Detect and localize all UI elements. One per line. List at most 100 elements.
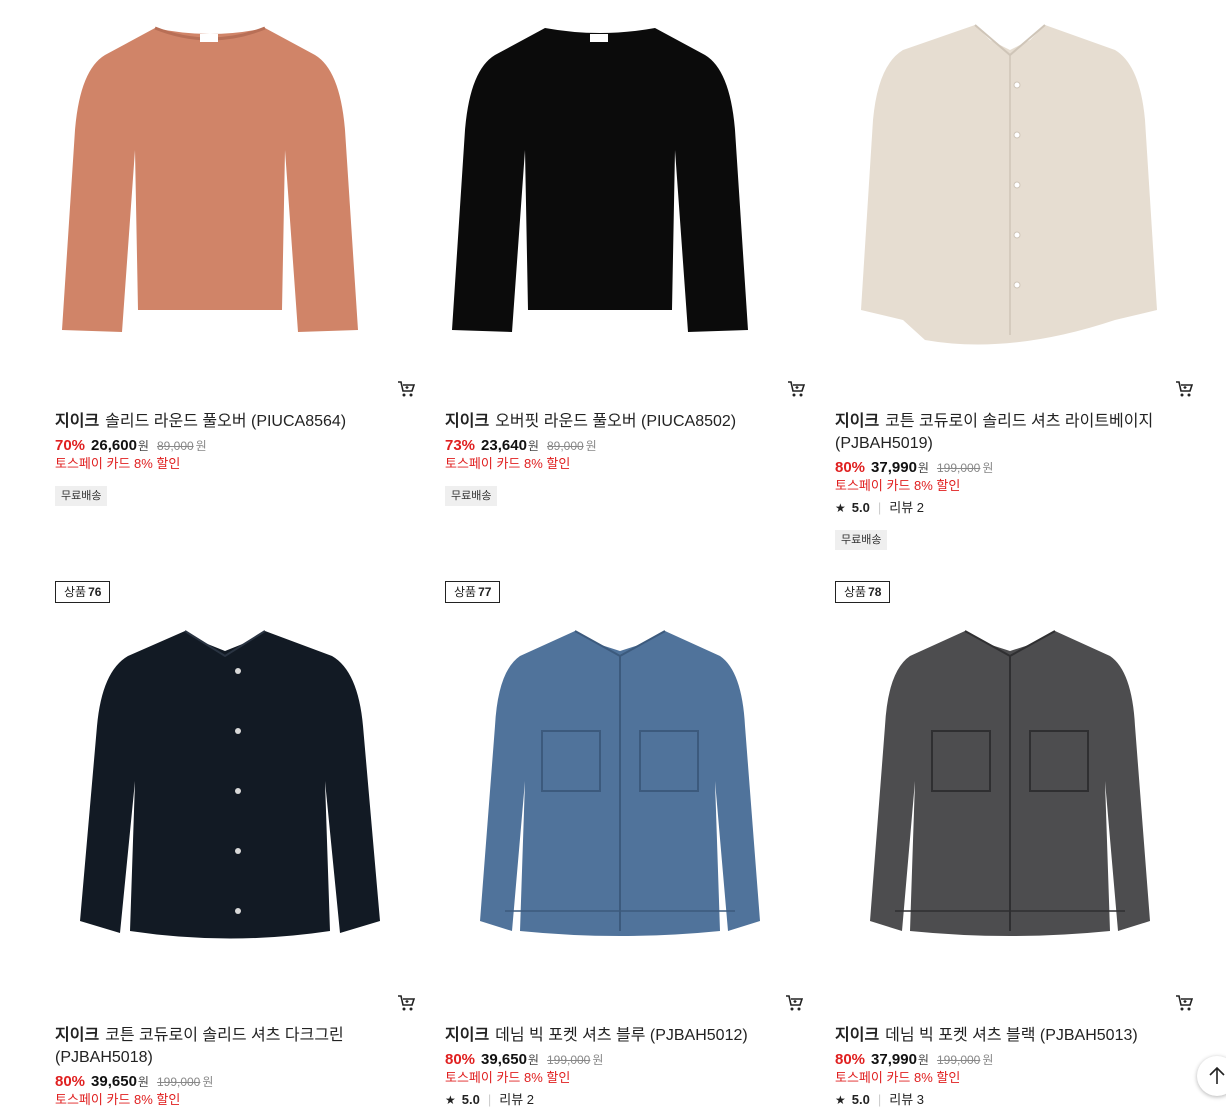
currency: 원 [982, 1053, 994, 1067]
garment-shape [80, 631, 380, 939]
free-shipping-badge: 무료배송 [55, 486, 108, 506]
product-title[interactable]: 지이크 오버핏 라운드 풀오버 (PIUCA8502) [445, 411, 775, 433]
garment-shape [861, 25, 1157, 345]
currency: 원 [137, 439, 149, 453]
promo-text: 토스페이 카드 8% 할인 [445, 456, 571, 471]
cart-icon[interactable] [787, 380, 806, 398]
discount-rate: 80% [55, 1073, 86, 1090]
sale-price: 39,650 [481, 1051, 527, 1068]
product-grid: 지이크 솔리드 라운드 풀오버 (PIUCA8564) 70% 26,600원 89,… [0, 0, 1226, 1109]
review-label: 리뷰 [889, 1092, 914, 1107]
rank-tag: 상품 78 [835, 581, 891, 603]
product-name: 코튼 코듀로이 솔리드 셔츠 라이트베이지 (PJBAH5019) [835, 413, 1154, 452]
rating-score: 5.0 [461, 1092, 480, 1107]
currency: 원 [585, 439, 597, 453]
brand-name: 지이크 [55, 413, 100, 430]
product-name: 오버핏 라운드 풀오버 (PIUCA8502) [495, 413, 737, 430]
cart-icon[interactable] [1175, 994, 1194, 1012]
price-line: 70% 26,600원 89,000 원 [55, 436, 207, 456]
product-image[interactable] [35, 0, 385, 360]
sale-price: 26,600 [91, 437, 137, 454]
star-icon: ★ [445, 1093, 456, 1107]
original-price: 199,000 [936, 461, 981, 475]
price-line: 80% 37,990원 199,000 원 [835, 458, 993, 478]
review-count: 2 [916, 500, 925, 515]
rank-number: 76 [88, 585, 102, 599]
original-price: 199,000 [546, 1053, 591, 1067]
currency: 원 [592, 1053, 604, 1067]
discount-rate: 70% [55, 437, 86, 454]
promo-text: 토스페이 카드 8% 할인 [445, 1070, 571, 1085]
brand-name: 지이크 [55, 1027, 100, 1044]
free-shipping-badge: 무료배송 [445, 486, 498, 506]
product-title[interactable]: 지이크 코튼 코듀로이 솔리드 셔츠 라이트베이지 (PJBAH5019) [835, 411, 1165, 455]
star-icon: ★ [835, 1093, 846, 1107]
product-title[interactable]: 지이크 코튼 코듀로이 솔리드 셔츠 다크그린 (PJBAH5018) [55, 1025, 385, 1069]
cart-icon[interactable] [397, 994, 416, 1012]
rank-label: 상품 [454, 585, 477, 599]
cart-icon[interactable] [1175, 380, 1194, 398]
product-title[interactable]: 지이크 데님 빅 포켓 셔츠 블랙 (PJBAH5013) [835, 1025, 1165, 1047]
brand-name: 지이크 [445, 1027, 490, 1044]
brand-name: 지이크 [835, 413, 880, 430]
garment-shape [62, 28, 358, 332]
promo-text: 토스페이 카드 8% 할인 [55, 1092, 181, 1107]
arrow-up-icon [1209, 1066, 1225, 1084]
rank-tag: 상품 77 [445, 581, 501, 603]
currency: 원 [137, 1075, 149, 1089]
product-name: 솔리드 라운드 풀오버 (PIUCA8564) [105, 413, 347, 430]
garment-shape [452, 28, 748, 332]
currency: 원 [202, 1075, 214, 1089]
pullover-image [62, 26, 358, 332]
cart-icon[interactable] [397, 380, 416, 398]
currency: 원 [917, 1053, 929, 1067]
currency: 원 [917, 461, 929, 475]
brand-name: 지이크 [835, 1027, 880, 1044]
review-label: 리뷰 [499, 1092, 524, 1107]
original-price: 89,000 [156, 439, 194, 453]
rating-review: ★ 5.0 | 리뷰 2 [835, 499, 924, 517]
discount-rate: 80% [445, 1051, 476, 1068]
promo-text: 토스페이 카드 8% 할인 [55, 456, 181, 471]
sale-price: 23,640 [481, 437, 527, 454]
cart-icon[interactable] [785, 994, 804, 1012]
rank-label: 상품 [64, 585, 87, 599]
original-price: 199,000 [156, 1075, 201, 1089]
star-icon: ★ [835, 501, 846, 515]
rank-number: 78 [868, 585, 882, 599]
product-image[interactable] [835, 0, 1185, 360]
original-price: 199,000 [936, 1053, 981, 1067]
sale-price: 37,990 [871, 459, 917, 476]
promo-text: 토스페이 카드 8% 할인 [835, 1070, 961, 1085]
rating-review: ★ 5.0 | 리뷰 2 [445, 1091, 534, 1109]
product-image[interactable] [55, 621, 405, 951]
currency: 원 [982, 461, 994, 475]
promo-text: 토스페이 카드 8% 할인 [835, 478, 961, 493]
price-line: 80% 39,650원 199,000 원 [55, 1072, 213, 1092]
pullover-image [452, 28, 748, 332]
rank-label: 상품 [844, 585, 867, 599]
product-image[interactable] [445, 621, 795, 951]
product-image[interactable] [835, 621, 1185, 951]
currency: 원 [527, 439, 539, 453]
price-line: 80% 39,650원 199,000 원 [445, 1050, 603, 1070]
shirt-image [861, 24, 1157, 345]
currency: 원 [195, 439, 207, 453]
product-image[interactable] [425, 0, 775, 360]
shirt-image [80, 630, 380, 939]
rank-tag: 상품 76 [55, 581, 111, 603]
product-title[interactable]: 지이크 데님 빅 포켓 셔츠 블루 (PJBAH5012) [445, 1025, 775, 1047]
review-label: 리뷰 [889, 500, 914, 515]
brand-name: 지이크 [445, 413, 490, 430]
product-name: 데님 빅 포켓 셔츠 블루 (PJBAH5012) [495, 1027, 748, 1044]
divider: | [877, 1092, 882, 1107]
product-title[interactable]: 지이크 솔리드 라운드 풀오버 (PIUCA8564) [55, 411, 385, 433]
product-name: 데님 빅 포켓 셔츠 블랙 (PJBAH5013) [885, 1027, 1138, 1044]
denim-shirt-image [870, 630, 1150, 936]
review-count: 3 [916, 1092, 925, 1107]
discount-rate: 80% [835, 1051, 866, 1068]
divider: | [487, 1092, 492, 1107]
sale-price: 37,990 [871, 1051, 917, 1068]
review-count: 2 [526, 1092, 535, 1107]
rating-score: 5.0 [851, 1092, 870, 1107]
